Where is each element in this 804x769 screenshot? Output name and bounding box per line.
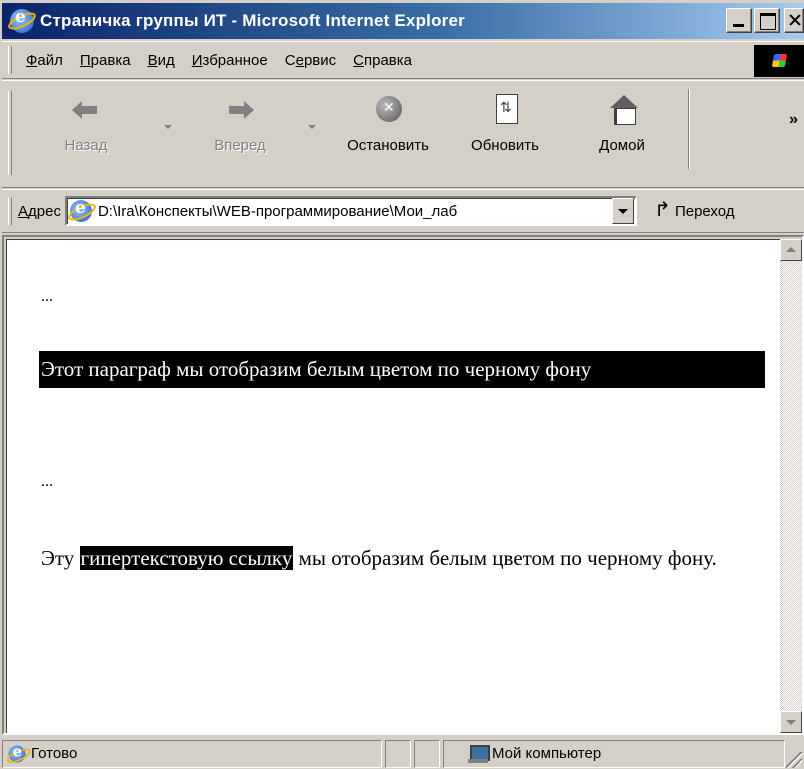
windows-logo-throbber-icon <box>754 45 804 77</box>
menu-edit[interactable]: Правка <box>80 52 131 69</box>
stop-label: Остановить <box>347 137 429 154</box>
zone-text: Мой компьютер <box>492 745 602 762</box>
title-bar[interactable]: Страничка группы ИТ - Microsoft Internet… <box>2 3 804 39</box>
hypertext-link[interactable]: гипертекстовую ссылку <box>79 546 294 570</box>
ellipsis-text-1: ... <box>41 288 53 305</box>
status-panel-zone[interactable]: Мой компьютер <box>443 739 785 768</box>
scroll-down-button[interactable] <box>780 711 802 733</box>
status-panel-secure <box>414 739 440 768</box>
status-panel-progress <box>385 739 411 768</box>
address-value[interactable]: D:\Ira\Конспекты\WEB-программирование\Мо… <box>98 203 612 220</box>
back-arrow-icon <box>70 93 102 125</box>
menu-bar: Файл Правка Вид Избранное Сервис Справка <box>2 41 804 79</box>
go-button[interactable]: Переход <box>653 197 735 222</box>
status-page-icon <box>7 743 27 764</box>
refresh-button[interactable]: Обновить <box>458 93 552 173</box>
stop-icon <box>372 93 404 125</box>
toolbar-more-chevron-icon[interactable]: » <box>789 111 798 129</box>
ie-logo-icon[interactable] <box>10 7 34 33</box>
menu-grip[interactable] <box>8 46 12 74</box>
vertical-scrollbar[interactable] <box>780 239 802 733</box>
menu-favorites[interactable]: Избранное <box>192 52 268 69</box>
menu-file[interactable]: Файл <box>26 52 63 69</box>
menu-view[interactable]: Вид <box>148 52 175 69</box>
link-paragraph-end: мы отобразим белым цветом по черному фон… <box>293 546 717 570</box>
content-frame: ... Этот параграф мы отобразим белым цве… <box>2 235 804 735</box>
menu-help[interactable]: Справка <box>353 52 412 69</box>
page-ie-icon <box>69 198 92 222</box>
forward-button[interactable]: Вперед <box>200 93 280 173</box>
forward-label: Вперед <box>214 137 266 154</box>
scroll-up-button[interactable] <box>780 239 802 261</box>
refresh-icon <box>489 93 521 125</box>
white-on-black-paragraph: Этот параграф мы отобразим белым цветом … <box>39 351 765 388</box>
my-computer-icon <box>468 744 490 764</box>
address-label: Адрес <box>18 202 61 220</box>
menu-tools[interactable]: Сервис <box>285 52 336 69</box>
standard-toolbar: Назад Вперед Остановить Обновить Домой » <box>2 80 804 188</box>
home-button[interactable]: Домой <box>584 93 660 173</box>
back-button[interactable]: Назад <box>54 93 118 173</box>
forward-arrow-icon <box>224 93 256 125</box>
toolbar-grip[interactable] <box>8 91 12 175</box>
refresh-label: Обновить <box>471 137 539 154</box>
page-content: ... Этот параграф мы отобразим белым цве… <box>6 239 782 733</box>
go-arrow-icon <box>653 197 673 222</box>
address-input[interactable]: D:\Ira\Конспекты\WEB-программирование\Мо… <box>64 196 637 226</box>
window-title: Страничка группы ИТ - Microsoft Internet… <box>40 11 465 30</box>
maximize-button[interactable] <box>754 8 780 33</box>
back-dropdown-arrow-icon[interactable] <box>164 125 172 129</box>
minimize-button[interactable] <box>726 8 752 33</box>
back-label: Назад <box>64 137 108 154</box>
forward-dropdown-arrow-icon[interactable] <box>308 125 316 129</box>
home-icon <box>606 93 638 125</box>
address-bar: Адрес D:\Ira\Конспекты\WEB-программирова… <box>2 189 804 233</box>
stop-button[interactable]: Остановить <box>326 93 450 173</box>
status-bar: Готово Мой компьютер <box>2 737 804 769</box>
toolbar-separator <box>688 89 690 169</box>
go-label: Переход <box>674 202 735 220</box>
ellipsis-text-2: ... <box>41 473 53 490</box>
address-dropdown-button[interactable] <box>611 198 634 224</box>
link-paragraph-start: Эту <box>41 546 80 570</box>
close-button[interactable] <box>784 8 804 33</box>
window-controls <box>724 8 804 33</box>
status-text: Готово <box>31 745 78 762</box>
link-paragraph: Эту гипертекстовую ссылку мы отобразим б… <box>41 539 761 577</box>
status-panel-main: Готово <box>2 739 382 768</box>
home-label: Домой <box>599 137 645 154</box>
resize-grip-icon[interactable] <box>786 752 802 768</box>
browser-window: Страничка группы ИТ - Microsoft Internet… <box>0 0 804 769</box>
address-grip[interactable] <box>8 197 12 225</box>
